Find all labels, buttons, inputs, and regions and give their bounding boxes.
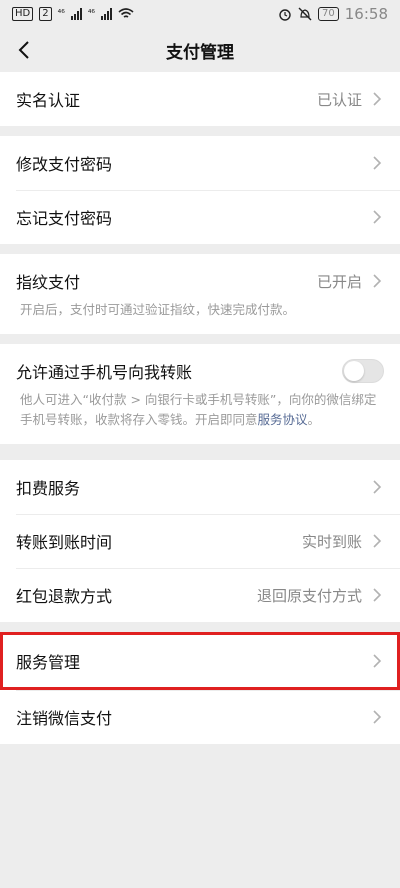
identity-group: 实名认证 已认证 [0,72,400,126]
red-packet-refund-value: 退回原支付方式 [256,586,362,605]
sim-badge: 2 [39,7,52,21]
chevron-right-icon [373,654,382,668]
deduction-service-label: 扣费服务 [16,479,81,498]
chevron-right-icon [373,710,382,724]
back-arrow-icon [18,41,29,59]
management-group: 服务管理 注销微信支付 [0,632,400,744]
signal-label-1: ⁴⁶ [57,9,65,19]
identity-status: 已认证 [316,90,362,109]
wifi-icon [118,8,134,18]
transfer-time-row[interactable]: 转账到账时间 实时到账 [0,514,400,568]
phone-transfer-group: 允许通过手机号向我转账 他人可进入“收付款 > 向银行卡或手机号转账”，向你的微… [0,344,400,444]
chevron-right-icon [373,274,382,288]
service-management-label: 服务管理 [16,653,81,672]
phone-transfer-toggle[interactable] [342,359,384,383]
service-management-row[interactable]: 服务管理 [0,632,400,690]
phone-transfer-label: 允许通过手机号向我转账 [16,363,193,382]
forget-password-row[interactable]: 忘记支付密码 [0,190,400,244]
phone-transfer-description: 他人可进入“收付款 > 向银行卡或手机号转账”，向你的微信绑定手机号转账，收款将… [0,390,400,444]
mute-icon [298,7,312,21]
signal-icon [101,8,113,20]
phone-transfer-desc-end: 。 [307,412,321,427]
battery-icon: 70 [318,7,339,21]
password-group: 修改支付密码 忘记支付密码 [0,136,400,244]
chevron-right-icon [373,534,382,548]
status-bar: HD 2 ⁴⁶ ⁴⁶ 70 16:58 [0,0,400,28]
change-password-label: 修改支付密码 [16,155,113,174]
signal-label-2: ⁴⁶ [87,9,96,19]
identity-row[interactable]: 实名认证 已认证 [0,72,400,126]
deduction-service-row[interactable]: 扣费服务 [0,460,400,514]
chevron-right-icon [373,92,382,106]
page-title: 支付管理 [166,42,234,63]
transfer-time-label: 转账到账时间 [16,533,113,552]
back-button[interactable] [8,34,40,66]
identity-label: 实名认证 [16,91,81,110]
cancel-wechat-pay-label: 注销微信支付 [16,709,113,728]
fingerprint-status: 已开启 [316,272,362,291]
toggle-knob [344,361,364,381]
alarm-icon [279,9,291,21]
forget-password-label: 忘记支付密码 [16,209,113,228]
battery-level: 70 [318,7,339,21]
fingerprint-group: 指纹支付 已开启 开启后，支付时可通过验证指纹，快速完成付款。 [0,254,400,334]
chevron-right-icon [373,210,382,224]
chevron-right-icon [373,588,382,602]
services-group: 扣费服务 转账到账时间 实时到账 红包退款方式 退回原支付方式 [0,460,400,622]
hd-badge: HD [12,7,34,21]
chevron-right-icon [373,156,382,170]
clock: 16:58 [344,5,388,23]
red-packet-refund-row[interactable]: 红包退款方式 退回原支付方式 [0,568,400,622]
transfer-time-value: 实时到账 [301,532,362,551]
fingerprint-label: 指纹支付 [16,273,81,292]
red-packet-refund-label: 红包退款方式 [16,587,113,606]
service-agreement-link[interactable]: 服务协议 [258,412,308,427]
fingerprint-row[interactable]: 指纹支付 已开启 [0,254,400,308]
change-password-row[interactable]: 修改支付密码 [0,136,400,190]
chevron-right-icon [373,480,382,494]
navigation-bar: 支付管理 [0,28,400,72]
signal-icon [70,8,82,20]
cancel-wechat-pay-row[interactable]: 注销微信支付 [0,690,400,744]
phone-transfer-row: 允许通过手机号向我转账 [0,344,400,398]
